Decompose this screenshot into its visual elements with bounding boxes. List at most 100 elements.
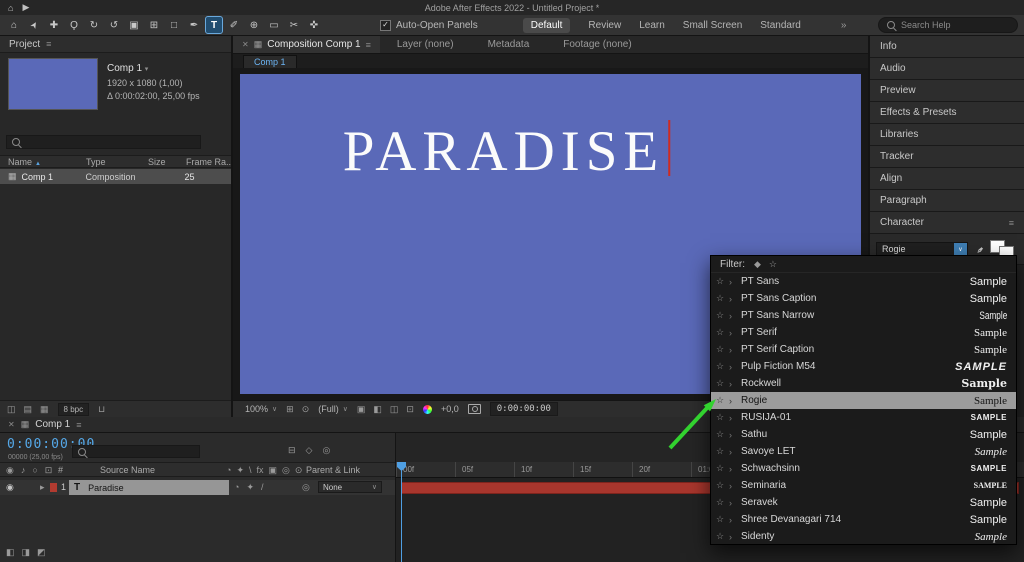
column-name[interactable]: Name bbox=[8, 157, 32, 167]
audio-icon[interactable]: ♪ bbox=[21, 466, 26, 475]
font-list-item[interactable]: Pulp Fiction M54 SAMPLE bbox=[711, 358, 1016, 375]
home-tool-icon[interactable]: ⌂ bbox=[6, 17, 22, 33]
timeline-tab-label[interactable]: Comp 1 bbox=[35, 419, 70, 430]
shape-tool-icon[interactable]: □ bbox=[166, 17, 182, 33]
layer-color-chip[interactable] bbox=[50, 483, 57, 492]
frame-blend-icon[interactable]: ▣ bbox=[269, 466, 278, 475]
font-list-item[interactable]: PT Serif Caption Sample bbox=[711, 341, 1016, 358]
eraser-tool-icon[interactable]: ▭ bbox=[266, 17, 282, 33]
orbit-camera-tool-icon[interactable]: ↻ bbox=[86, 17, 102, 33]
bit-depth-button[interactable]: 8 bpc bbox=[58, 403, 90, 416]
motion-blur-icon[interactable]: ◎ bbox=[282, 466, 290, 475]
chevron-down-icon[interactable]: ▾ bbox=[145, 66, 149, 73]
fx-icon[interactable]: fx bbox=[257, 466, 264, 475]
workspace-review[interactable]: Review bbox=[588, 20, 621, 31]
filter-type-icon[interactable]: ◆ bbox=[754, 260, 761, 269]
filter-favorites-icon[interactable]: ☆ bbox=[769, 260, 777, 269]
panel-audio[interactable]: Audio bbox=[870, 58, 1024, 80]
font-list-item[interactable]: Savoye LET Sample bbox=[711, 443, 1016, 460]
exposure-value[interactable]: +0,0 bbox=[441, 404, 459, 414]
tab-metadata[interactable]: Metadata bbox=[471, 39, 547, 50]
grid-options-icon[interactable]: ⊞ bbox=[286, 405, 294, 414]
checkbox-checked-icon[interactable]: ✓ bbox=[380, 20, 391, 31]
puppet-pin-tool-icon[interactable]: ✜ bbox=[306, 17, 322, 33]
layer-name-cell[interactable]: T Paradise bbox=[69, 480, 229, 495]
favorite-star-icon[interactable] bbox=[711, 497, 729, 508]
column-type[interactable]: Type bbox=[86, 157, 148, 167]
favorite-star-icon[interactable] bbox=[711, 361, 729, 372]
camera-tool-icon[interactable]: ▣ bbox=[126, 17, 142, 33]
panel-character[interactable]: Character ≡ bbox=[870, 212, 1024, 234]
region-of-interest-icon[interactable]: ▣ bbox=[357, 405, 366, 414]
font-list-item[interactable]: Schwachsinn SAMPLE bbox=[711, 460, 1016, 477]
new-composition-icon[interactable]: ▦ bbox=[40, 405, 49, 414]
workspace-overflow-icon[interactable]: » bbox=[841, 20, 847, 31]
graph-editor-icon[interactable]: ◎ bbox=[322, 446, 330, 455]
workspace-default[interactable]: Default bbox=[523, 18, 571, 33]
favorite-star-icon[interactable] bbox=[711, 531, 729, 542]
rotate-tool-icon[interactable]: ↺ bbox=[106, 17, 122, 33]
font-list-item[interactable]: Rogie Sample bbox=[711, 392, 1016, 409]
home-icon[interactable]: ⌂ bbox=[8, 3, 13, 13]
shy-layers-icon[interactable]: ◔ bbox=[226, 466, 231, 475]
panel-menu-icon[interactable]: ≡ bbox=[46, 39, 51, 49]
threed-layer-icon[interactable]: ⊙ bbox=[295, 466, 303, 475]
comp-thumbnail[interactable] bbox=[8, 58, 98, 110]
panel-menu-icon[interactable]: ≡ bbox=[1009, 218, 1014, 228]
solo-icon[interactable]: ○ bbox=[32, 466, 37, 475]
font-list-item[interactable]: RUSIJA-01 SAMPLE bbox=[711, 409, 1016, 426]
workspace-learn[interactable]: Learn bbox=[639, 20, 665, 31]
workspace-standard[interactable]: Standard bbox=[760, 20, 801, 31]
selected-item-name[interactable]: Comp 1 bbox=[107, 63, 142, 74]
collapse-transformations-icon[interactable]: ✦ bbox=[236, 466, 244, 475]
tab-footage[interactable]: Footage (none) bbox=[546, 39, 648, 50]
project-panel-title[interactable]: Project bbox=[9, 39, 40, 50]
favorite-star-icon[interactable] bbox=[711, 344, 729, 355]
panel-info[interactable]: Info bbox=[870, 36, 1024, 58]
shy-switch-icon[interactable]: ◔ bbox=[234, 483, 239, 492]
font-list-item[interactable]: Rockwell Sample bbox=[711, 375, 1016, 392]
column-parent-link[interactable]: Parent & Link bbox=[306, 465, 360, 475]
clone-stamp-tool-icon[interactable]: ⊕ bbox=[246, 17, 262, 33]
font-dropdown-button[interactable]: ∨ bbox=[954, 243, 967, 256]
trash-icon[interactable]: ⊔ bbox=[98, 405, 105, 414]
video-eye-icon[interactable]: ◉ bbox=[6, 483, 14, 492]
font-list-item[interactable]: PT Serif Sample bbox=[711, 324, 1016, 341]
mask-visibility-icon[interactable]: ⊙ bbox=[302, 405, 310, 414]
hand-tool-icon[interactable]: ✚ bbox=[46, 17, 62, 33]
favorite-star-icon[interactable] bbox=[711, 327, 729, 338]
layer-row[interactable]: ◉ ▸ 1 T Paradise ◔✦/ ◎ None ∨ bbox=[0, 480, 395, 495]
color-management-icon[interactable] bbox=[423, 405, 432, 414]
pen-tool-icon[interactable]: ✒ bbox=[186, 17, 202, 33]
snapshot-camera-icon[interactable] bbox=[468, 404, 481, 414]
type-tool-icon[interactable]: T bbox=[206, 17, 222, 33]
pan-behind-tool-icon[interactable]: ⊞ bbox=[146, 17, 162, 33]
mini-flowchart-icon[interactable]: ⊟ bbox=[288, 446, 296, 455]
tab-composition[interactable]: ✕ ▦ Composition Comp 1 ≡ bbox=[233, 36, 380, 53]
play-icon[interactable]: ▶ bbox=[22, 2, 29, 13]
panel-menu-icon[interactable]: ≡ bbox=[366, 40, 371, 50]
expand-time-controls-icon[interactable]: ◩ bbox=[37, 548, 46, 557]
favorite-star-icon[interactable] bbox=[711, 463, 729, 474]
font-list-item[interactable]: Sathu Sample bbox=[711, 426, 1016, 443]
brush-tool-icon[interactable]: ✐ bbox=[226, 17, 242, 33]
pickwhip-icon[interactable]: ◎ bbox=[302, 483, 310, 492]
fx-switch-icon[interactable]: / bbox=[261, 483, 264, 492]
font-list-item[interactable]: Seminaria SAMPLE bbox=[711, 477, 1016, 494]
preview-quality-icon[interactable]: ◫ bbox=[390, 405, 399, 414]
table-row[interactable]: ▦ Comp 1 Composition 25 bbox=[0, 169, 231, 184]
font-list-item[interactable]: PT Sans Narrow Sample bbox=[711, 307, 1016, 324]
timeline-search-input[interactable] bbox=[72, 445, 200, 458]
interpret-footage-icon[interactable]: ◫ bbox=[7, 405, 16, 414]
font-list-item[interactable]: PT Sans Caption Sample bbox=[711, 290, 1016, 307]
favorite-star-icon[interactable] bbox=[711, 310, 729, 321]
draft-3d-icon[interactable]: ◇ bbox=[306, 446, 313, 455]
panel-preview[interactable]: Preview bbox=[870, 80, 1024, 102]
font-list-item[interactable]: PT Sans Sample bbox=[711, 273, 1016, 290]
panel-effects-presets[interactable]: Effects & Presets bbox=[870, 102, 1024, 124]
transparency-grid-icon[interactable]: ◧ bbox=[373, 405, 382, 414]
video-eye-icon[interactable]: ◉ bbox=[6, 466, 14, 475]
column-source-name[interactable]: Source Name bbox=[100, 465, 155, 475]
column-frame-rate[interactable]: Frame Ra... bbox=[186, 157, 231, 167]
expander-icon[interactable]: ▸ bbox=[40, 483, 45, 492]
